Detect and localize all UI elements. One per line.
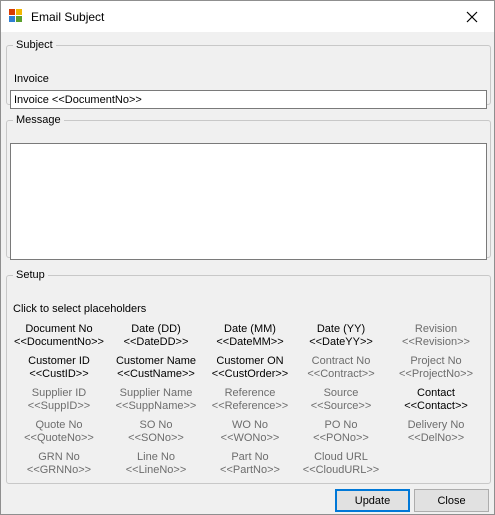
placeholder-name: Source	[323, 387, 359, 399]
placeholder-item[interactable]: Revision <<Revision>>	[391, 323, 481, 349]
placeholder-item[interactable]: Contact <<Contact>>	[391, 387, 481, 413]
placeholder-token: <<SONo>>	[128, 432, 184, 444]
placeholder-token: <<ProjectNo>>	[399, 368, 473, 380]
placeholder-item[interactable]: Part No <<PartNo>>	[205, 451, 295, 477]
placeholder-name: Line No	[137, 451, 175, 463]
setup-legend: Setup	[16, 269, 45, 281]
message-legend: Message	[16, 114, 61, 126]
placeholder-name: GRN No	[38, 451, 80, 463]
placeholder-name: Date (YY)	[316, 323, 366, 335]
placeholder-item[interactable]: Supplier Name <<SuppName>>	[111, 387, 201, 413]
placeholder-item[interactable]: WO No <<WONo>>	[205, 419, 295, 445]
close-button[interactable]: Close	[414, 489, 489, 512]
placeholder-item[interactable]: Supplier ID <<SuppID>>	[14, 387, 104, 413]
placeholder-name: SO No	[139, 419, 173, 431]
placeholder-item[interactable]: Reference <<Reference>>	[205, 387, 295, 413]
close-icon	[466, 11, 478, 22]
placeholder-item[interactable]: Contract No <<Contract>>	[296, 355, 386, 381]
placeholder-item[interactable]: Quote No <<QuoteNo>>	[14, 419, 104, 445]
update-button[interactable]: Update	[335, 489, 410, 512]
placeholder-item[interactable]: Date (DD) <<DateDD>>	[111, 323, 201, 349]
placeholder-token: <<CustOrder>>	[211, 368, 289, 380]
placeholder-item[interactable]: Source <<Source>>	[296, 387, 386, 413]
placeholder-item[interactable]: Line No <<LineNo>>	[111, 451, 201, 477]
placeholder-name: Date (DD)	[131, 323, 181, 335]
placeholder-token: <<SuppName>>	[115, 400, 197, 412]
setup-group: Setup Click to select placeholders Docum…	[6, 269, 491, 484]
placeholder-token: <<CustName>>	[117, 368, 195, 380]
placeholder-name: Contact	[417, 387, 455, 399]
placeholder-name: Date (MM)	[224, 323, 276, 335]
placeholder-token: <<GRNNo>>	[26, 464, 92, 476]
placeholder-name: Quote No	[35, 419, 83, 431]
placeholder-hint: Click to select placeholders	[13, 303, 147, 315]
placeholder-name: Part No	[231, 451, 269, 463]
app-icon	[9, 9, 22, 22]
placeholder-token: <<DateYY>>	[309, 336, 373, 348]
subject-legend: Subject	[16, 39, 53, 51]
placeholder-token: <<DocumentNo>>	[14, 336, 104, 348]
placeholder-item[interactable]: GRN No <<GRNNo>>	[14, 451, 104, 477]
placeholder-token: <<DateMM>>	[216, 336, 284, 348]
placeholder-token: <<DelNo>>	[407, 432, 465, 444]
placeholder-name: Cloud URL	[314, 451, 368, 463]
placeholder-name: Project No	[410, 355, 462, 367]
placeholder-name: Contract No	[311, 355, 371, 367]
placeholder-token: <<SuppID>>	[27, 400, 91, 412]
placeholder-item[interactable]: Document No <<DocumentNo>>	[14, 323, 104, 349]
placeholder-name: Customer ON	[216, 355, 284, 367]
subject-label: Invoice	[14, 73, 49, 85]
placeholder-name: Document No	[25, 323, 93, 335]
placeholder-token: <<LineNo>>	[125, 464, 187, 476]
placeholder-token: <<PartNo>>	[220, 464, 280, 476]
placeholder-token: <<DateDD>>	[123, 336, 189, 348]
placeholder-token: <<Source>>	[310, 400, 372, 412]
placeholder-name: Supplier Name	[119, 387, 193, 399]
subject-input[interactable]	[10, 90, 487, 109]
placeholder-token: <<QuoteNo>>	[24, 432, 94, 444]
placeholder-item[interactable]: Customer ID <<CustID>>	[14, 355, 104, 381]
placeholder-item[interactable]: Date (YY) <<DateYY>>	[296, 323, 386, 349]
message-textarea[interactable]	[10, 143, 487, 260]
placeholder-name: Delivery No	[407, 419, 465, 431]
placeholder-item[interactable]: Delivery No <<DelNo>>	[391, 419, 481, 445]
subject-group: Subject Invoice	[6, 39, 491, 109]
placeholder-item[interactable]: Cloud URL <<CloudURL>>	[296, 451, 386, 477]
placeholder-token: <<Revision>>	[402, 336, 470, 348]
placeholder-item[interactable]: SO No <<SONo>>	[111, 419, 201, 445]
placeholder-token: <<Contact>>	[404, 400, 468, 412]
placeholder-token: <<WONo>>	[220, 432, 280, 444]
email-subject-dialog: Email Subject Subject Invoice Message Se…	[0, 0, 495, 515]
placeholder-token: <<CloudURL>>	[302, 464, 380, 476]
placeholder-token: <<PONo>>	[313, 432, 369, 444]
placeholder-token: <<CustID>>	[29, 368, 89, 380]
window-title: Email Subject	[31, 10, 105, 24]
placeholder-item[interactable]: PO No <<PONo>>	[296, 419, 386, 445]
placeholder-token: <<Reference>>	[211, 400, 289, 412]
placeholder-item[interactable]: Date (MM) <<DateMM>>	[205, 323, 295, 349]
placeholder-token: <<Contract>>	[307, 368, 375, 380]
message-group: Message	[6, 114, 491, 260]
placeholder-name: PO No	[324, 419, 358, 431]
placeholder-item[interactable]: Customer ON <<CustOrder>>	[205, 355, 295, 381]
placeholder-name: WO No	[231, 419, 269, 431]
placeholder-name: Customer Name	[115, 355, 197, 367]
close-window-button[interactable]	[450, 1, 494, 32]
placeholder-name: Reference	[224, 387, 276, 399]
placeholder-item[interactable]: Customer Name <<CustName>>	[111, 355, 201, 381]
placeholder-item[interactable]: Project No <<ProjectNo>>	[391, 355, 481, 381]
title-bar: Email Subject	[1, 1, 494, 32]
placeholder-name: Customer ID	[28, 355, 90, 367]
placeholder-name: Revision	[414, 323, 458, 335]
placeholder-name: Supplier ID	[31, 387, 87, 399]
